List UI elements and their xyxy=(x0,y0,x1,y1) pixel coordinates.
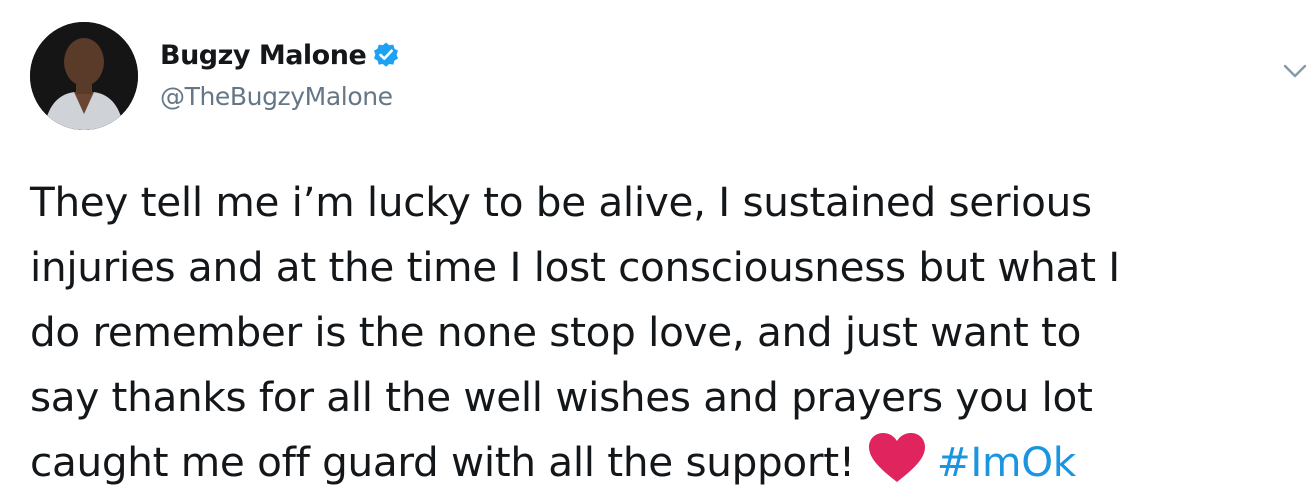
tweet-text-line: They tell me i’m lucky to be alive, I su… xyxy=(30,178,1092,226)
heart-icon xyxy=(867,432,927,484)
tweet-text: They tell me i’m lucky to be alive, I su… xyxy=(30,170,1290,495)
avatar-image xyxy=(30,22,138,130)
name-row: Bugzy Malone xyxy=(160,36,400,74)
verified-badge-icon xyxy=(372,41,400,69)
tweet-header: Bugzy Malone @TheBugzyMalone xyxy=(30,22,1307,132)
tweet-text-line: say thanks for all the well wishes and p… xyxy=(30,373,1093,421)
display-name[interactable]: Bugzy Malone xyxy=(160,40,367,71)
tweet-text-line: injuries and at the time I lost consciou… xyxy=(30,243,1120,291)
user-info: Bugzy Malone @TheBugzyMalone xyxy=(160,36,400,111)
tweet-text-fragment: caught me off guard with all the support… xyxy=(30,438,855,486)
tweet-text-line-last: caught me off guard with all the support… xyxy=(30,430,1290,495)
hashtag-link[interactable]: #ImOk xyxy=(937,438,1076,486)
chevron-down-icon[interactable] xyxy=(1282,62,1308,80)
user-handle[interactable]: @TheBugzyMalone xyxy=(160,82,400,111)
tweet-card: Bugzy Malone @TheBugzyMalone They tell m… xyxy=(0,0,1310,502)
tweet-text-line: do remember is the none stop love, and j… xyxy=(30,308,1082,356)
avatar[interactable] xyxy=(30,22,138,130)
